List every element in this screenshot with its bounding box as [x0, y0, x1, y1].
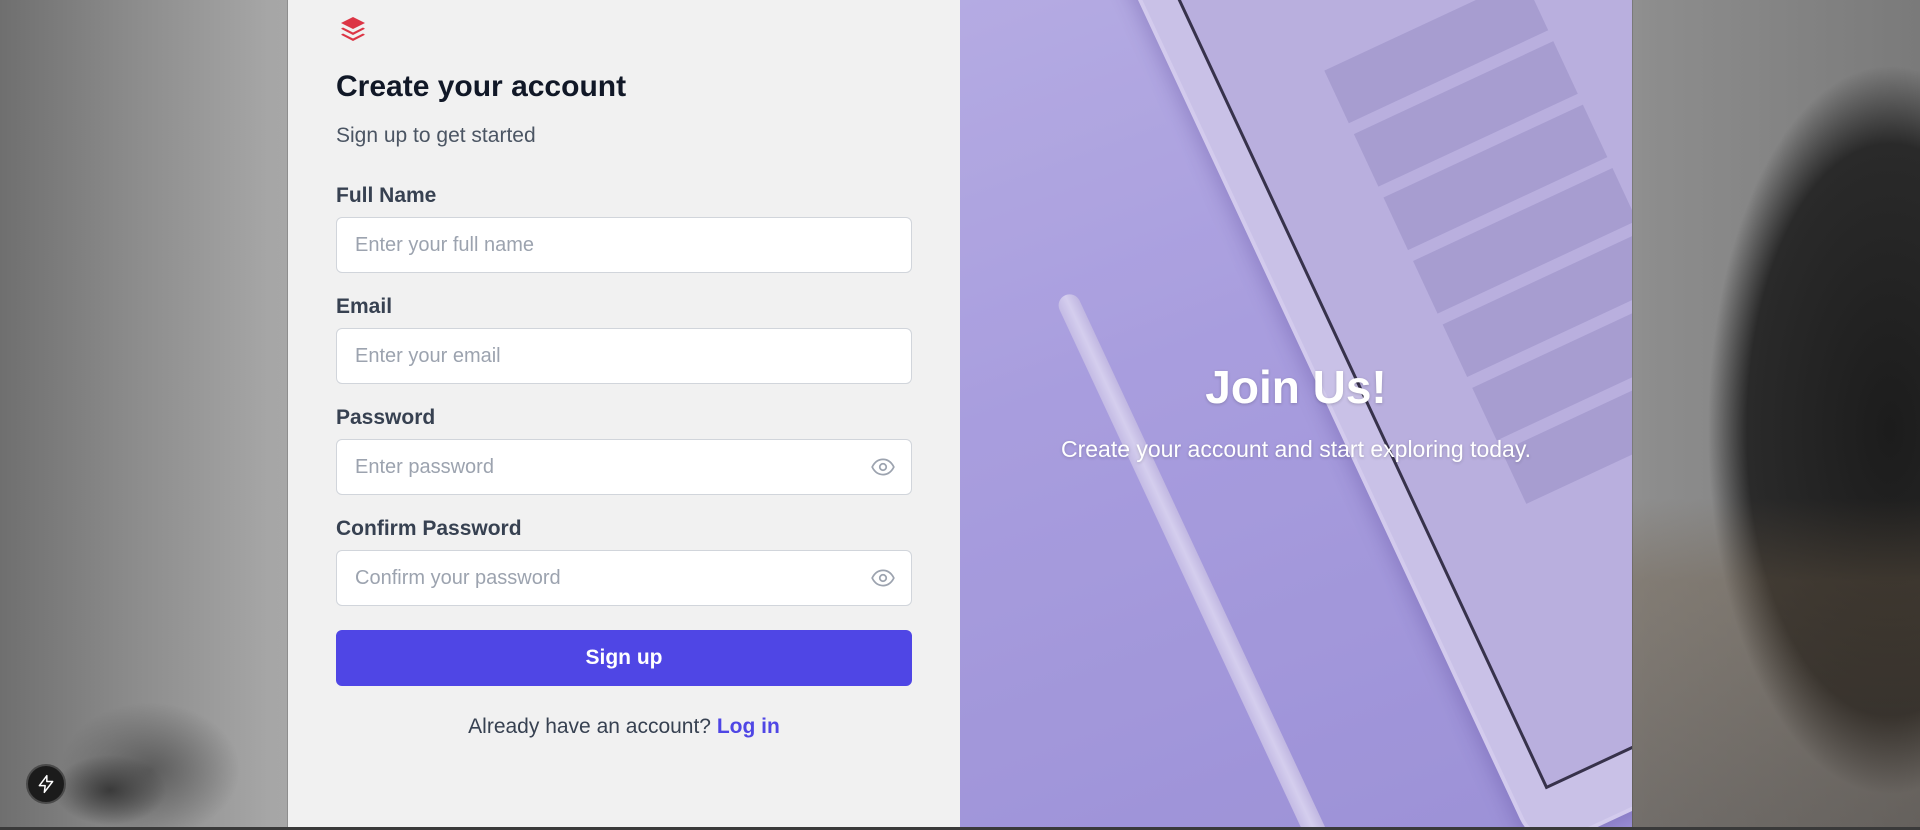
- hero-title: Join Us!: [1205, 361, 1387, 413]
- lightning-bolt-icon[interactable]: [26, 764, 66, 804]
- email-field: Email: [336, 295, 912, 384]
- login-prompt-text: Already have an account?: [468, 715, 711, 738]
- layers-logo-icon: [341, 17, 365, 41]
- signup-button[interactable]: Sign up: [336, 630, 912, 686]
- hero-image-panel: Join Us! Create your account and start e…: [960, 0, 1632, 828]
- hero-text: Join Us! Create your account and start e…: [960, 360, 1632, 463]
- password-label: Password: [336, 406, 436, 429]
- signup-card: Create your account Sign up to get start…: [288, 0, 1632, 828]
- login-prompt: Already have an account? Log in: [336, 715, 912, 739]
- background-chair: [1630, 0, 1920, 830]
- full-name-field: Full Name: [336, 184, 912, 273]
- login-link[interactable]: Log in: [717, 715, 780, 738]
- full-name-label: Full Name: [336, 184, 437, 207]
- email-label: Email: [336, 295, 393, 318]
- eye-icon[interactable]: [870, 565, 896, 591]
- eye-icon[interactable]: [870, 454, 896, 480]
- password-input[interactable]: [336, 439, 912, 495]
- page-subtitle: Sign up to get started: [336, 124, 536, 147]
- confirm-password-input[interactable]: [336, 550, 912, 606]
- full-name-input[interactable]: [336, 217, 912, 273]
- confirm-password-field: Confirm Password: [336, 517, 912, 606]
- confirm-password-label: Confirm Password: [336, 517, 522, 540]
- page-title: Create your account: [336, 70, 627, 103]
- hero-subtitle: Create your account and start exploring …: [1060, 436, 1532, 462]
- password-field: Password: [336, 406, 912, 495]
- email-input[interactable]: [336, 328, 912, 384]
- signup-form-panel: Create your account Sign up to get start…: [288, 0, 960, 828]
